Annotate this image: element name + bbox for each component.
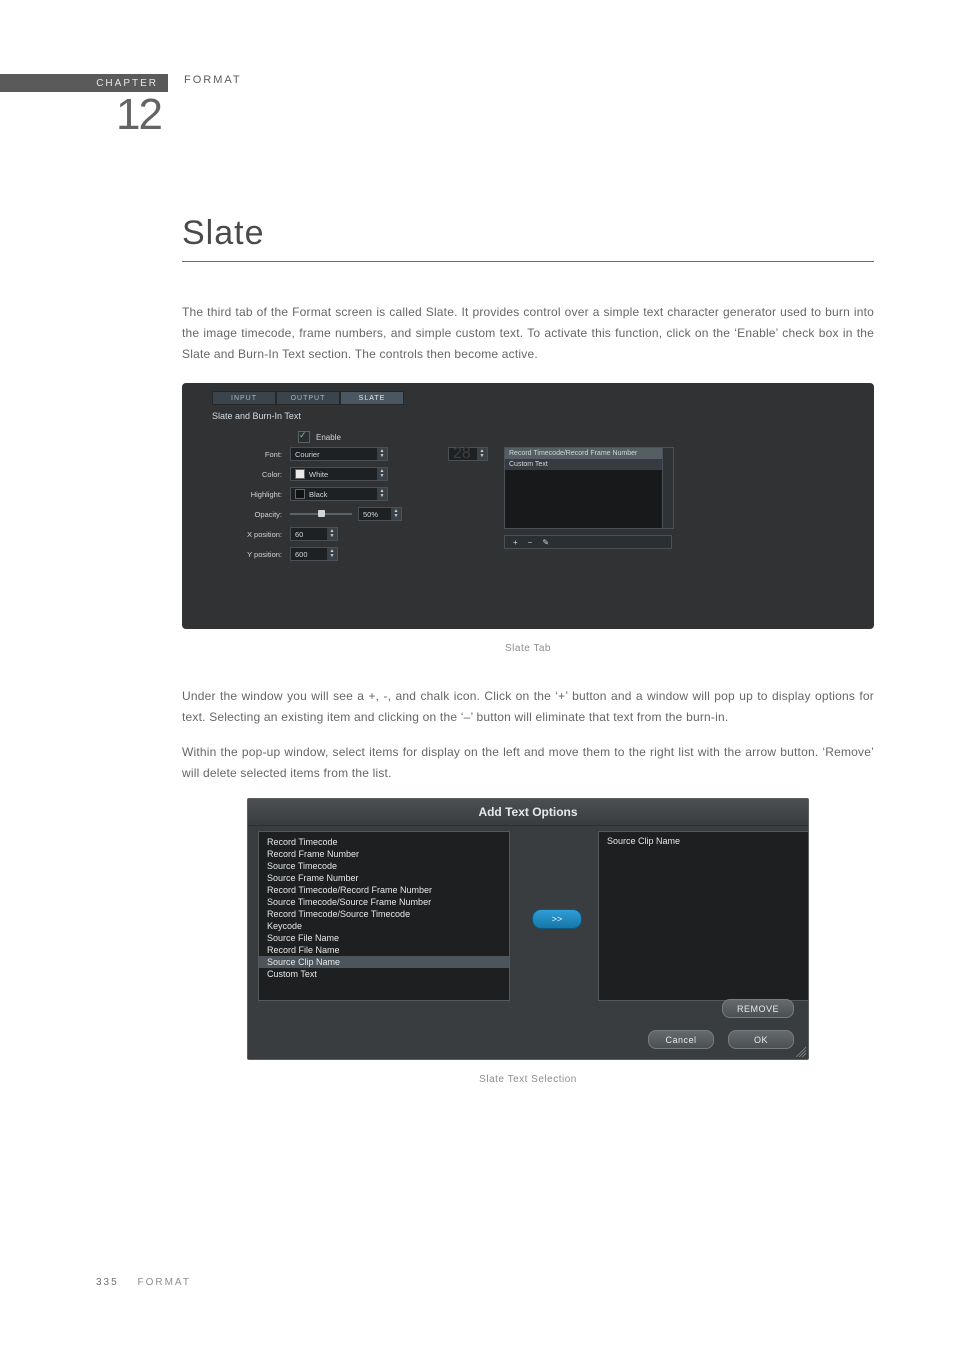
ypos-value: 600 bbox=[295, 550, 308, 559]
list-item[interactable]: Keycode bbox=[259, 920, 509, 932]
chapter-number: 12 bbox=[116, 90, 161, 140]
add-item-button[interactable]: + bbox=[513, 538, 518, 547]
label-xpos: X position: bbox=[218, 530, 290, 539]
list-item[interactable]: Record Frame Number bbox=[259, 848, 509, 860]
panel-title: Slate and Burn-In Text bbox=[212, 411, 301, 421]
available-items-list[interactable]: Record Timecode Record Frame Number Sour… bbox=[258, 831, 510, 1001]
transfer-button[interactable]: >> bbox=[532, 909, 582, 929]
page-footer: 335 FORMAT bbox=[96, 1277, 191, 1288]
label-color: Color: bbox=[218, 470, 290, 479]
label-font: Font: bbox=[218, 450, 290, 459]
enable-label: Enable bbox=[316, 433, 341, 442]
tab-input[interactable]: INPUT bbox=[212, 391, 276, 405]
xpos-value: 60 bbox=[295, 530, 303, 539]
burnin-text-list[interactable]: Record Timecode/Record Frame Number Cust… bbox=[504, 447, 674, 529]
opacity-value: 50% bbox=[363, 510, 378, 519]
tab-bar: INPUT OUTPUT SLATE bbox=[212, 391, 404, 405]
dropdown-arrows-icon: ▲▼ bbox=[377, 448, 387, 460]
stepper-arrows-icon: ▲▼ bbox=[327, 528, 337, 540]
opacity-field[interactable]: 50% ▲▼ bbox=[358, 507, 402, 521]
enable-row: Enable bbox=[298, 431, 341, 443]
scrollbar[interactable] bbox=[662, 448, 673, 528]
list-toolbar: + − ✎ bbox=[504, 535, 672, 549]
list-item[interactable]: Custom Text bbox=[259, 968, 509, 980]
dialog-title: Add Text Options bbox=[248, 799, 808, 826]
paragraph-3: Within the pop-up window, select items f… bbox=[182, 742, 874, 784]
list-item[interactable]: Source Timecode bbox=[259, 860, 509, 872]
remove-item-button[interactable]: − bbox=[528, 538, 533, 547]
color-dropdown[interactable]: White ▲▼ bbox=[290, 467, 388, 481]
slate-form: Font: Courier ▲▼ Color: White ▲▼ Highlig… bbox=[218, 447, 430, 561]
paragraph-1: The third tab of the Format screen is ca… bbox=[182, 302, 874, 365]
list-item[interactable]: Record File Name bbox=[259, 944, 509, 956]
list-item[interactable]: Record Timecode/Source Timecode bbox=[259, 908, 509, 920]
list-item[interactable]: Record Timecode/Record Frame Number bbox=[259, 884, 509, 896]
slate-tab-screenshot: INPUT OUTPUT SLATE Slate and Burn-In Tex… bbox=[182, 383, 874, 629]
highlight-swatch-icon bbox=[295, 489, 305, 499]
stepper-arrows-icon: ▲▼ bbox=[391, 508, 401, 520]
opacity-row: 50% ▲▼ bbox=[290, 507, 430, 521]
caption-2: Slate Text Selection bbox=[182, 1074, 874, 1085]
list-item[interactable]: Custom Text bbox=[505, 459, 673, 470]
paragraph-2: Under the window you will see a +, -, an… bbox=[182, 686, 874, 728]
list-item[interactable]: Source Frame Number bbox=[259, 872, 509, 884]
tab-output[interactable]: OUTPUT bbox=[276, 391, 340, 405]
caption-1: Slate Tab bbox=[182, 643, 874, 654]
add-text-options-dialog: Add Text Options Record Timecode Record … bbox=[247, 798, 809, 1060]
highlight-value: Black bbox=[309, 490, 327, 499]
page-number: 335 bbox=[96, 1277, 119, 1288]
ypos-stepper[interactable]: 600 ▲▼ bbox=[290, 547, 338, 561]
remove-button[interactable]: REMOVE bbox=[722, 999, 794, 1018]
font-size-dropdown[interactable]: 28 ▲▼ bbox=[448, 447, 488, 461]
opacity-slider[interactable] bbox=[290, 513, 352, 515]
dropdown-arrows-icon: ▲▼ bbox=[477, 448, 487, 460]
title-rule bbox=[182, 261, 874, 262]
stepper-arrows-icon: ▲▼ bbox=[327, 548, 337, 560]
font-value: Courier bbox=[295, 450, 320, 459]
edit-item-button[interactable]: ✎ bbox=[542, 538, 549, 547]
dropdown-arrows-icon: ▲▼ bbox=[377, 468, 387, 480]
slider-thumb[interactable] bbox=[318, 510, 325, 517]
font-dropdown[interactable]: Courier ▲▼ bbox=[290, 447, 388, 461]
enable-checkbox[interactable] bbox=[298, 431, 310, 443]
highlight-dropdown[interactable]: Black ▲▼ bbox=[290, 487, 388, 501]
cancel-button[interactable]: Cancel bbox=[648, 1030, 714, 1049]
label-ypos: Y position: bbox=[218, 550, 290, 559]
color-value: White bbox=[309, 470, 328, 479]
font-size-value: 28 bbox=[453, 445, 471, 463]
label-highlight: Highlight: bbox=[218, 490, 290, 499]
dropdown-arrows-icon: ▲▼ bbox=[377, 488, 387, 500]
page-title: Slate bbox=[182, 214, 874, 253]
ok-button[interactable]: OK bbox=[728, 1030, 794, 1049]
list-item[interactable]: Record Timecode bbox=[259, 836, 509, 848]
tab-slate[interactable]: SLATE bbox=[340, 391, 404, 405]
xpos-stepper[interactable]: 60 ▲▼ bbox=[290, 527, 338, 541]
selected-items-list[interactable]: Source Clip Name bbox=[598, 831, 809, 1001]
footer-section: FORMAT bbox=[137, 1277, 190, 1288]
list-item[interactable]: Source Clip Name bbox=[607, 836, 805, 846]
section-label: FORMAT bbox=[184, 74, 242, 86]
resize-grip-icon[interactable] bbox=[796, 1047, 806, 1057]
list-item[interactable]: Source Timecode/Source Frame Number bbox=[259, 896, 509, 908]
list-item[interactable]: Record Timecode/Record Frame Number bbox=[505, 448, 673, 459]
color-swatch-icon bbox=[295, 469, 305, 479]
list-item[interactable]: Source Clip Name bbox=[259, 956, 509, 968]
label-opacity: Opacity: bbox=[218, 510, 290, 519]
list-item[interactable]: Source File Name bbox=[259, 932, 509, 944]
chapter-label: CHAPTER bbox=[96, 78, 158, 89]
